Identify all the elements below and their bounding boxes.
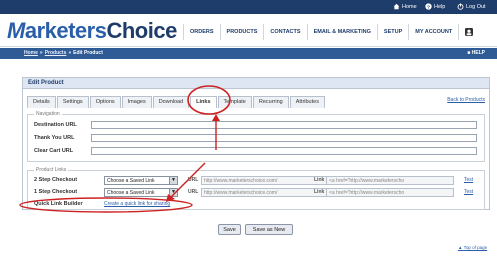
breadcrumb-products[interactable]: Products <box>45 50 67 56</box>
back-to-products-link[interactable]: Back to Products <box>447 97 485 103</box>
logo[interactable]: MarketersChoice <box>7 18 177 44</box>
tab-details[interactable]: Details <box>27 96 56 108</box>
product-links-fieldset: Product Links 2 Step Checkout Choose a S… <box>27 167 485 210</box>
navigation-fieldset: Navigation Destination URL Thank You URL… <box>27 111 485 162</box>
breadcrumb-separator: » <box>68 50 72 56</box>
logout-label: Log Out <box>466 3 486 10</box>
help-label: Help <box>434 3 446 10</box>
nav-contacts[interactable]: CONTACTS <box>263 24 306 40</box>
help-button[interactable]: ■ HELP <box>467 50 485 56</box>
two-step-select-value: Choose a Saved Link <box>107 178 155 184</box>
logo-text-2: Choice <box>106 18 177 43</box>
two-step-link-label: Link <box>314 177 325 183</box>
tab-bar: Details Settings Options Images Download… <box>27 96 325 108</box>
two-step-saved-link-select[interactable]: Choose a Saved Link ▼ <box>104 176 178 185</box>
nav-email-marketing[interactable]: EMAIL & MARKETING <box>306 24 377 40</box>
edit-product-panel: Edit Product Back to Products Details Se… <box>22 77 490 210</box>
save-as-new-button[interactable]: Save as New <box>245 224 293 235</box>
panel-title: Edit Product <box>23 78 489 89</box>
svg-text:?: ? <box>427 4 430 10</box>
clear-cart-url-input[interactable] <box>91 147 477 155</box>
header: MarketersChoice ORDERS PRODUCTS CONTACTS… <box>0 14 497 47</box>
product-links-legend: Product Links <box>34 167 69 173</box>
top-of-page-link[interactable]: ▲ Top of page <box>458 245 487 250</box>
one-step-label: 1 Step Checkout <box>34 189 78 195</box>
home-label: Home <box>402 3 417 10</box>
tab-attributes[interactable]: Attributes <box>289 96 325 108</box>
top-utility-bar: Home ? Help Log Out <box>0 0 497 14</box>
main-nav: ORDERS PRODUCTS CONTACTS EMAIL & MARKETI… <box>183 24 479 40</box>
one-step-url-field[interactable]: http://www.marketerschoice.com/ <box>201 188 328 197</box>
two-step-link-field[interactable]: <a href="http://www.marketerscho <box>326 176 454 185</box>
two-step-url-field[interactable]: http://www.marketerschoice.com/ <box>201 176 328 185</box>
logo-text-1: arketers <box>24 18 107 43</box>
account-button[interactable] <box>458 24 479 40</box>
one-step-saved-link-select[interactable]: Choose a Saved Link ▼ <box>104 188 178 197</box>
one-step-select-value: Choose a Saved Link <box>107 190 155 196</box>
two-step-test-link[interactable]: Test <box>464 177 473 183</box>
one-step-link-field[interactable]: <a href="http://www.marketerscho <box>326 188 454 197</box>
two-step-label: 2 Step Checkout <box>34 177 78 183</box>
logout-link[interactable]: Log Out <box>457 3 486 10</box>
breadcrumb-bar: Home » Products » Edit Product ■ HELP <box>0 48 497 59</box>
chevron-down-icon: ▼ <box>169 189 177 196</box>
help-icon: ? <box>425 3 432 10</box>
save-button[interactable]: Save <box>218 224 241 235</box>
tab-recurring[interactable]: Recurring <box>252 96 289 108</box>
two-step-url-label: URL <box>188 177 199 183</box>
clear-cart-url-label: Clear Cart URL <box>34 148 74 154</box>
help-small-icon: ■ <box>467 50 471 56</box>
one-step-test-link[interactable]: Test <box>464 189 473 195</box>
tab-links[interactable]: Links <box>190 96 217 108</box>
top-of-page-label: Top of page <box>463 245 488 250</box>
breadcrumb-current: Edit Product <box>73 50 103 56</box>
quick-link-builder-label: Quick Link Builder <box>34 201 83 207</box>
one-step-url-label: URL <box>188 189 199 195</box>
tab-images[interactable]: Images <box>121 96 152 108</box>
tab-options[interactable]: Options <box>89 96 121 108</box>
home-icon <box>393 3 400 10</box>
tab-download[interactable]: Download <box>152 96 190 108</box>
destination-url-input[interactable] <box>91 121 477 129</box>
tab-template[interactable]: Template <box>217 96 252 108</box>
nav-my-account[interactable]: MY ACCOUNT <box>408 24 458 40</box>
home-link[interactable]: Home <box>393 3 417 10</box>
thank-you-url-input[interactable] <box>91 134 477 142</box>
breadcrumb-separator: » <box>39 50 43 56</box>
help-link[interactable]: ? Help <box>425 3 445 10</box>
thank-you-url-label: Thank You URL <box>34 135 75 141</box>
account-square-icon <box>465 28 474 36</box>
create-quick-link[interactable]: Create a quick link for sharing <box>104 201 170 207</box>
breadcrumb: Home » Products » Edit Product <box>24 50 103 56</box>
help-link-label: HELP <box>471 50 485 56</box>
chevron-down-icon: ▼ <box>169 177 177 184</box>
power-icon <box>457 3 464 10</box>
breadcrumb-home[interactable]: Home <box>24 50 38 56</box>
nav-products[interactable]: PRODUCTS <box>219 24 264 40</box>
navigation-legend: Navigation <box>34 111 62 117</box>
tab-settings[interactable]: Settings <box>56 96 89 108</box>
one-step-link-label: Link <box>314 189 325 195</box>
nav-setup[interactable]: SETUP <box>376 24 408 40</box>
nav-orders[interactable]: ORDERS <box>183 24 220 40</box>
logo-mark: M <box>7 18 25 43</box>
destination-url-label: Destination URL <box>34 122 77 128</box>
top-of-page-icon: ▲ <box>458 245 463 250</box>
